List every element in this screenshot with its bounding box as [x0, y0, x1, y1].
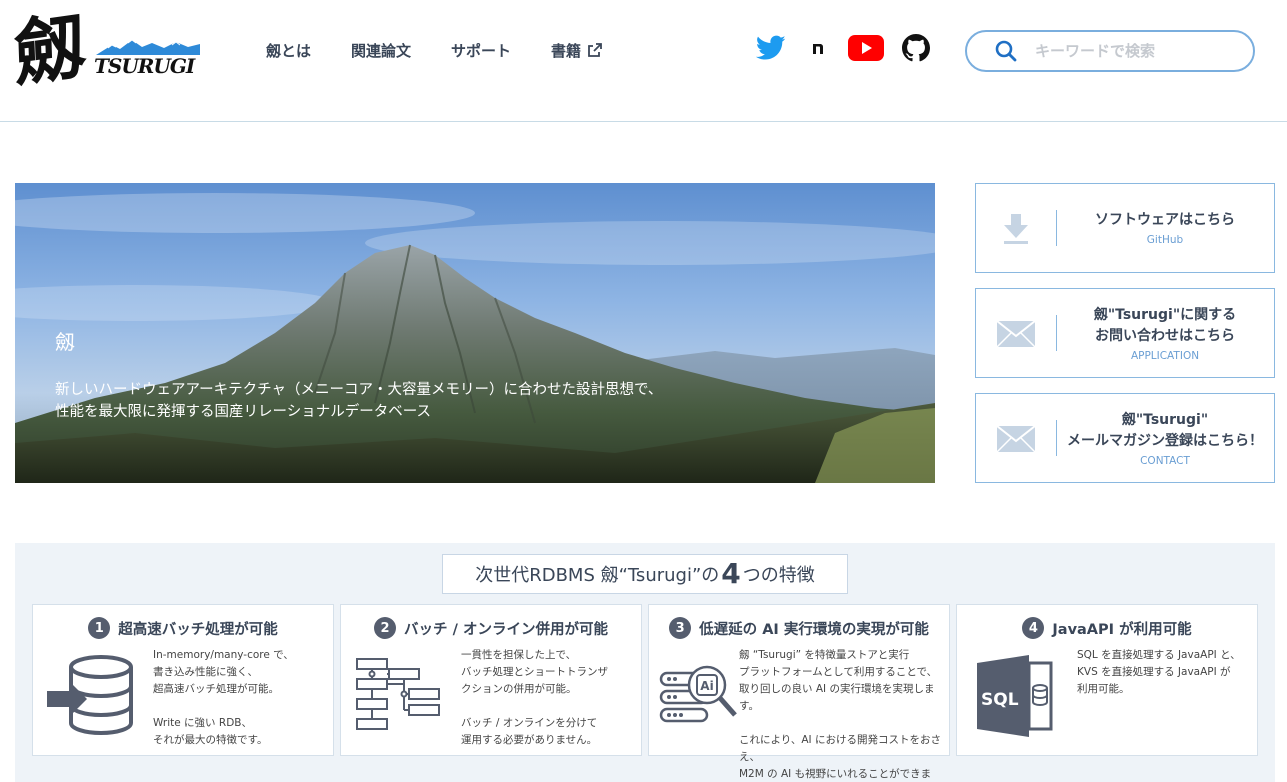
feature-text-line: バッチ処理とショートトランザ — [461, 666, 608, 678]
note-icon[interactable] — [802, 32, 834, 64]
feature-card-batch: 1 超高速バッチ処理が可能 In-memory/many-core で、 書き込… — [32, 604, 334, 756]
feature-description: 劔 “Tsurugi” を特徴量ストアと実行 プラットフォームとして利用すること… — [739, 647, 943, 782]
feature-heading: 4 JavaAPI が利用可能 — [957, 617, 1257, 639]
feature-text-line: バッチ / オンラインを分けて — [461, 717, 598, 729]
card-title-line: 劔"Tsurugi"に関する — [1093, 306, 1237, 323]
feature-text-line: それが最大の特徴です。 — [153, 734, 268, 746]
card-text: 劔"Tsurugi" メールマガジン登録はこちら！ CONTACT — [1056, 394, 1274, 482]
inquiry-card[interactable]: 劔"Tsurugi"に関する お問い合わせはこちら APPLICATION — [975, 288, 1275, 378]
card-title: ソフトウェアはこちら — [1095, 212, 1235, 228]
search-icon[interactable] — [995, 40, 1017, 62]
site-header: 劔 TSURUGI 劔とは 関連論文 サポート 書籍 — [0, 0, 1287, 122]
download-icon — [996, 209, 1036, 249]
mail-icon — [996, 419, 1036, 459]
features-title-text: 次世代RDBMS 劔“Tsurugi”の — [475, 565, 720, 586]
feature-text-line: 劔 “Tsurugi” を特徴量ストアと実行 — [739, 649, 910, 661]
hero-banner: 劔 新しいハードウェアアーキテクチャ（メニーコア・大容量メモリー）に合わせた設計… — [15, 183, 935, 483]
card-title-line: メールマガジン登録はこちら！ — [1067, 432, 1263, 449]
card-subtitle: GitHub — [1146, 234, 1184, 246]
feature-heading: 3 低遅延の AI 実行環境の実現が可能 — [649, 617, 949, 639]
search-input[interactable] — [1035, 42, 1245, 60]
logo-wordmark: TSURUGI — [94, 54, 195, 78]
hero-title: 劔 — [55, 330, 75, 354]
card-text: 劔"Tsurugi"に関する お問い合わせはこちら APPLICATION — [1056, 289, 1274, 377]
card-title-line: お問い合わせはこちら — [1095, 327, 1235, 344]
features-title-text: つの特徴 — [742, 565, 815, 586]
feature-heading: 2 バッチ / オンライン併用が可能 — [341, 617, 641, 639]
features-section: 次世代RDBMS 劔“Tsurugi”の 4 つの特徴 1 超高速バッチ処理が可… — [15, 543, 1275, 782]
github-icon[interactable] — [900, 32, 932, 64]
feature-text-line: 超高速バッチ処理が可能。 — [153, 683, 279, 695]
feature-text-line: プラットフォームとして利用することで、 — [739, 666, 938, 678]
tsurugi-logo[interactable]: 劔 TSURUGI — [13, 2, 200, 97]
feature-title: 低遅延の AI 実行環境の実現が可能 — [699, 621, 929, 638]
feature-title: 超高速バッチ処理が可能 — [118, 621, 278, 638]
feature-description: In-memory/many-core で、 書き込み性能に強く、 超高速バッチ… — [153, 647, 327, 749]
feature-text-line: クションの併用が可能。 — [461, 683, 577, 695]
svg-text:Ai: Ai — [700, 679, 713, 693]
feature-text-line: KVS を直接処理する JavaAPI が — [1077, 666, 1231, 678]
software-github-card[interactable]: ソフトウェアはこちら GitHub — [975, 183, 1275, 273]
nav-label: 関連論文 — [351, 41, 412, 60]
logo-kanji: 劔 — [12, 2, 84, 97]
nav-item-papers[interactable]: 関連論文 — [351, 38, 411, 62]
mountain-photo — [15, 193, 935, 483]
feature-text-line: 書き込み性能に強く、 — [153, 666, 258, 678]
nav-item-support[interactable]: サポート — [451, 38, 511, 62]
feature-text-line: これにより、AI における開発コストをおさえ、 — [739, 734, 941, 763]
feature-text-line: 利用可能。 — [1077, 683, 1130, 695]
ai-search-icon: Ai — [659, 665, 737, 723]
features-title-number: 4 — [721, 557, 741, 590]
feature-card-hybrid: 2 バッチ / オンライン併用が可能 一貫性を担保した上で、 バッチ処理とショー… — [340, 604, 642, 756]
hero-desc-line: 新しいハードウェアアーキテクチャ（メニーコア・大容量メモリー）に合わせた設計思想… — [55, 382, 663, 398]
nav-item-books[interactable]: 書籍 — [551, 38, 603, 62]
feature-text-line: M2M の AI も視野にいれることができます。 — [739, 768, 932, 780]
nav-label: 書籍 — [551, 41, 582, 60]
nav-item-about[interactable]: 劔とは — [266, 38, 311, 62]
nav-label: サポート — [451, 41, 512, 60]
feature-text-line: 取り回しの良い AI の実行環境を実現します。 — [739, 683, 935, 712]
youtube-icon[interactable] — [848, 32, 884, 64]
feature-text-line: Write に強い RDB、 — [153, 717, 252, 729]
feature-title: JavaAPI が利用可能 — [1052, 621, 1192, 638]
card-text: ソフトウェアはこちら GitHub — [1056, 184, 1274, 272]
nav-label: 劔とは — [266, 41, 312, 60]
feature-number-badge: 3 — [669, 617, 692, 639]
feature-heading: 1 超高速バッチ処理が可能 — [33, 617, 333, 639]
card-title: 劔"Tsurugi" メールマガジン登録はこちら！ — [1067, 410, 1263, 452]
newsletter-card[interactable]: 劔"Tsurugi" メールマガジン登録はこちら！ CONTACT — [975, 393, 1275, 483]
feature-number-badge: 4 — [1022, 617, 1045, 639]
svg-text:SQL: SQL — [981, 690, 1019, 710]
feature-text-line: 一貫性を担保した上で、 — [461, 649, 577, 661]
hero-description: 新しいハードウェアアーキテクチャ（メニーコア・大容量メモリー）に合わせた設計思想… — [55, 379, 662, 423]
feature-number-badge: 2 — [374, 617, 397, 639]
feature-number-badge: 1 — [88, 617, 111, 639]
sql-database-icon: SQL — [977, 655, 1053, 737]
search-box[interactable] — [965, 30, 1255, 72]
twitter-icon[interactable] — [755, 32, 787, 64]
feature-description: SQL を直接処理する JavaAPI と、 KVS を直接処理する JavaA… — [1077, 647, 1251, 698]
main-nav: 劔とは 関連論文 サポート 書籍 — [266, 38, 643, 62]
feature-card-ai: 3 低遅延の AI 実行環境の実現が可能 Ai 劔 “Tsurugi” を特徴量… — [648, 604, 950, 780]
card-subtitle: APPLICATION — [1130, 349, 1200, 362]
mail-icon — [996, 314, 1036, 354]
hero-desc-line: 性能を最大限に発揮する国産リレーショナルデータベース — [55, 404, 431, 420]
feature-text-line: 運用する必要がありません。 — [461, 734, 598, 746]
external-link-icon — [588, 43, 602, 57]
card-title-line: 劔"Tsurugi" — [1121, 411, 1209, 428]
feature-title: バッチ / オンライン併用が可能 — [404, 621, 608, 638]
feature-card-javaapi: 4 JavaAPI が利用可能 SQL SQL を直接処理する JavaAPI … — [956, 604, 1258, 756]
flowchart-icon — [356, 658, 440, 730]
feature-description: 一貫性を担保した上で、 バッチ処理とショートトランザ クションの併用が可能。 バ… — [461, 647, 635, 749]
features-title: 次世代RDBMS 劔“Tsurugi”の 4 つの特徴 — [442, 554, 848, 594]
card-title: 劔"Tsurugi"に関する お問い合わせはこちら — [1094, 305, 1236, 347]
card-subtitle: CONTACT — [1140, 454, 1190, 467]
feature-text-line: SQL を直接処理する JavaAPI と、 — [1077, 649, 1241, 661]
feature-text-line: In-memory/many-core で、 — [153, 649, 294, 661]
database-import-icon — [47, 655, 133, 736]
